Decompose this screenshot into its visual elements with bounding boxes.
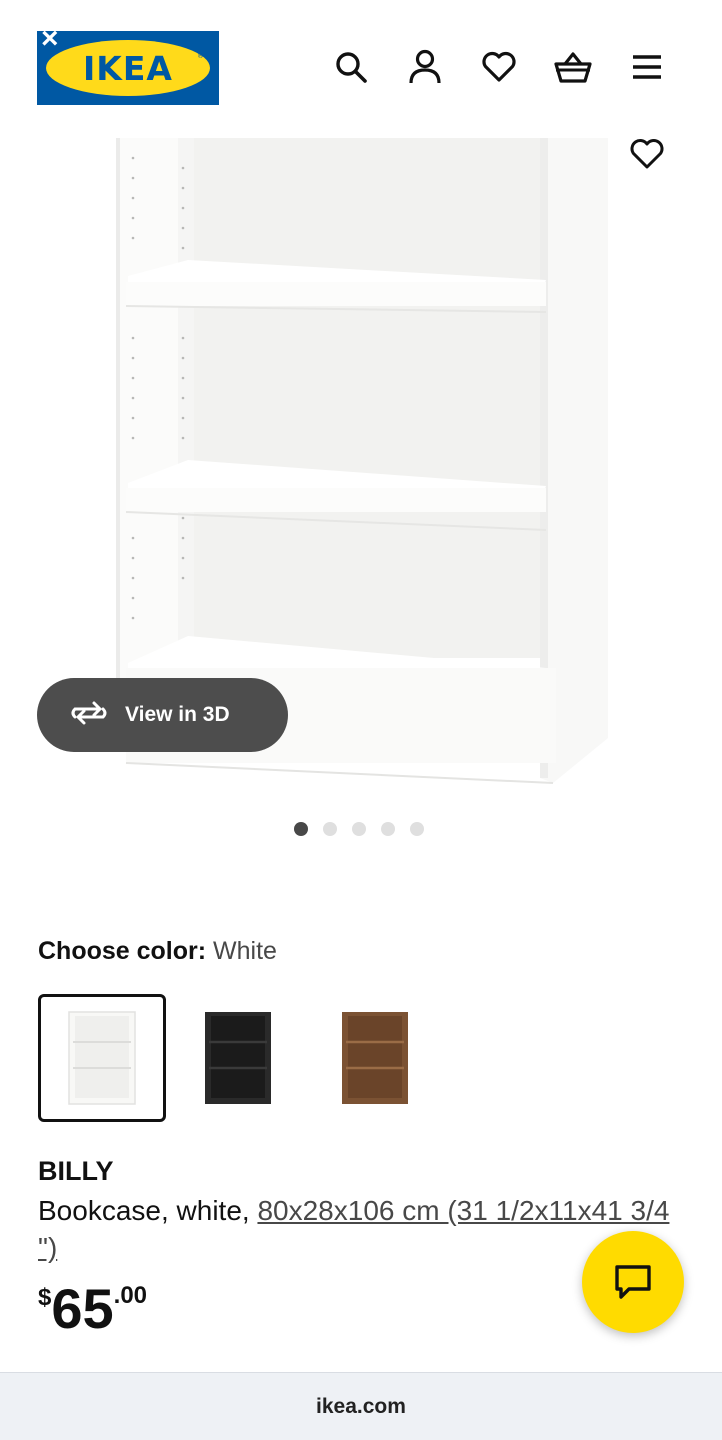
browser-url-bar[interactable]: ikea.com [0, 1372, 722, 1440]
gallery-pagination [294, 822, 424, 836]
gallery-dot[interactable] [410, 822, 424, 836]
brown-bookcase-thumbnail [342, 1012, 408, 1104]
view-in-3d-button[interactable]: View in 3D [37, 678, 288, 752]
menu-icon[interactable] [627, 47, 667, 87]
url-text: ikea.com [316, 1394, 406, 1418]
view-in-3d-label: View in 3D [125, 703, 230, 726]
product-name: BILLY [38, 1156, 114, 1186]
price-currency: $ [38, 1284, 52, 1311]
white-bookcase-thumbnail [68, 1011, 136, 1105]
registered-mark: ® [197, 53, 203, 60]
product-type: Bookcase, white, [38, 1195, 258, 1226]
gallery-dot[interactable] [381, 822, 395, 836]
choose-color-key: Choose color: [38, 937, 207, 965]
product-price: $ 65 .00 [38, 1278, 147, 1340]
gallery-dot[interactable] [352, 822, 366, 836]
save-to-favorites-icon[interactable] [627, 138, 667, 174]
rotate-3d-icon [69, 699, 109, 732]
black-bookcase-thumbnail [205, 1012, 271, 1104]
gallery-dot[interactable] [294, 822, 308, 836]
price-decimal: .00 [113, 1282, 148, 1309]
close-icon[interactable]: × [41, 24, 75, 54]
chat-button[interactable] [582, 1231, 684, 1333]
chat-icon [615, 1265, 651, 1299]
site-header: IKEA ® × [0, 0, 722, 138]
color-option-white[interactable] [38, 994, 166, 1122]
product-description: Bookcase, white, 80x28x106 cm (31 1/2x11… [38, 1192, 678, 1266]
account-icon[interactable] [405, 47, 445, 87]
cart-icon[interactable] [553, 47, 593, 87]
favorites-icon[interactable] [479, 47, 519, 87]
gallery-dot[interactable] [323, 822, 337, 836]
color-option-brown-walnut[interactable] [311, 994, 439, 1122]
choose-color-label: Choose color: White [38, 937, 277, 966]
choose-color-value: White [213, 937, 277, 965]
color-option-black-brown[interactable] [174, 994, 302, 1122]
price-integer: 65 [51, 1277, 114, 1340]
search-icon[interactable] [331, 47, 371, 87]
